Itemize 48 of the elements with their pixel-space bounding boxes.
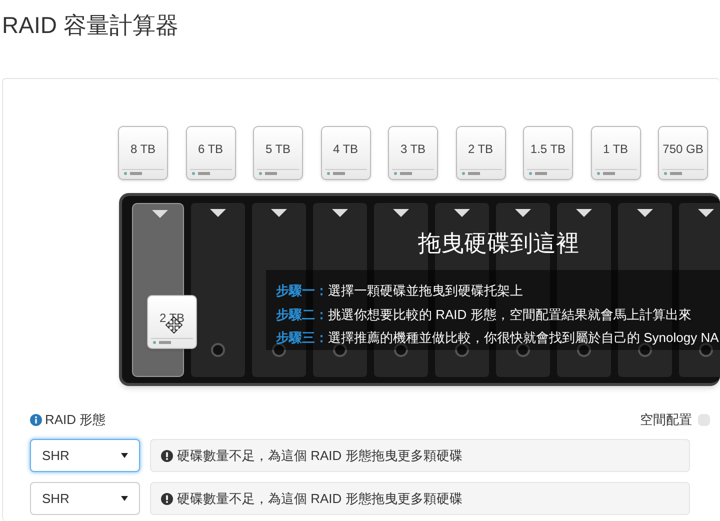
step-text: 選擇推薦的機種並做比較，你很快就會找到屬於自己的 Synology NA — [328, 329, 719, 347]
triangle-icon — [210, 209, 226, 217]
legend-label: 空間配置 — [640, 411, 692, 429]
warning-icon — [161, 492, 173, 504]
step-label: 步驟二： — [276, 306, 328, 324]
drop-heading: 拖曳硬碟到這裡 — [418, 229, 579, 258]
raid-type-label: RAID 形態 — [45, 411, 106, 429]
hard-drive[interactable]: 3 TB — [388, 126, 438, 180]
hard-drive[interactable]: 2 TB — [456, 126, 506, 180]
hard-drive[interactable]: 8 TB — [118, 126, 168, 180]
page-title: RAID 容量計算器 — [2, 11, 178, 40]
triangle-icon — [576, 209, 592, 217]
triangle-icon — [332, 209, 348, 217]
triangle-icon — [271, 209, 287, 217]
knob-icon — [272, 343, 286, 357]
step-text: 挑選你想要比較的 RAID 形態，空間配置結果就會馬上計算出來 — [328, 306, 692, 324]
knob-icon — [577, 343, 591, 357]
knob-icon — [516, 343, 530, 357]
knob-icon — [699, 343, 713, 357]
knob-icon — [333, 343, 347, 357]
step-label: 步驟三： — [276, 329, 328, 347]
triangle-icon — [393, 209, 409, 217]
legend-swatch — [698, 414, 710, 426]
hard-drive[interactable]: 1.5 TB — [523, 126, 573, 180]
raid-type-select[interactable]: SHR — [30, 439, 140, 472]
step-text: 選擇一顆硬碟並拖曳到硬碟托架上 — [328, 282, 523, 300]
knob-icon — [455, 343, 469, 357]
triangle-icon — [637, 209, 653, 217]
triangle-icon — [515, 209, 531, 217]
triangle-icon — [152, 210, 168, 218]
caret-icon — [121, 453, 128, 458]
hard-drive[interactable]: 6 TB — [186, 126, 236, 180]
warning-message: 硬碟數量不足，為這個 RAID 形態拖曳更多顆硬碟 — [177, 446, 462, 465]
hard-drive[interactable]: 1 TB — [590, 126, 640, 180]
hard-drive[interactable]: 5 TB — [253, 126, 303, 180]
hard-drive[interactable]: 4 TB — [320, 126, 370, 180]
info-icon — [30, 414, 42, 426]
knob-icon — [638, 343, 652, 357]
warning-message: 硬碟數量不足，為這個 RAID 形態拖曳更多顆硬碟 — [177, 490, 462, 508]
triangle-icon — [454, 209, 470, 217]
warning-icon — [161, 450, 173, 462]
caret-icon — [121, 496, 128, 501]
knob-icon — [394, 343, 408, 357]
hard-drive[interactable]: 750 GB — [658, 126, 708, 180]
triangle-icon — [698, 209, 714, 217]
step-label: 步驟一： — [276, 282, 328, 300]
knob-icon — [211, 343, 225, 357]
raid-type-select[interactable]: SHR — [30, 482, 140, 515]
